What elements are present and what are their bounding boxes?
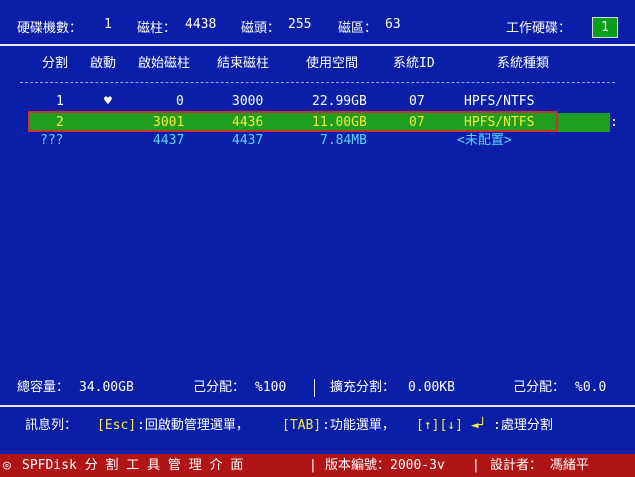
capacity-summary: 總容量： 34.00GB 己分配： %100 擴充分割： 0.00KB 己分配：… — [0, 379, 635, 397]
work-disk-selector[interactable]: 1 — [592, 17, 618, 38]
disk-count-value: 1 — [104, 17, 112, 32]
used-size: 7.84MB — [320, 133, 367, 148]
tab-key-text: :功能選單， — [322, 418, 395, 433]
sectors-value: 63 — [385, 17, 401, 32]
esc-key-hint: [Esc] — [97, 418, 137, 433]
total-capacity-value: 34.00GB — [79, 380, 134, 395]
esc-key-text: :回啟動管理選單， — [137, 418, 249, 433]
end-cylinder: 4437 — [232, 133, 264, 148]
status-separator: | — [309, 458, 317, 473]
arrow-keys-enter-icon: [↑][↓] ◄┘ — [416, 418, 487, 433]
system-id: 07 — [409, 94, 425, 109]
partition-number: 1 — [56, 94, 64, 109]
start-cylinder: 4437 — [153, 133, 185, 148]
version-info: 版本編號：2000-3v — [325, 458, 445, 473]
extended-partition-value: 0.00KB — [408, 380, 455, 395]
message-divider — [0, 405, 635, 407]
column-header-boot: 啟動 — [90, 56, 117, 71]
boot-heart-icon: ♥ — [104, 94, 112, 109]
message-bar: 訊息列： [Esc] :回啟動管理選單， [TAB] :功能選單， [↑][↓]… — [0, 417, 635, 435]
partition-number: ??? — [40, 133, 64, 148]
tab-key-hint: [TAB] — [282, 418, 322, 433]
allocated-value: %100 — [255, 380, 287, 395]
sectors-label: 磁區： — [338, 21, 378, 36]
extended-partition-label: 擴充分割： — [330, 380, 396, 395]
extended-allocated-label: 己分配： — [513, 380, 566, 395]
column-header-system-id: 系統ID — [393, 56, 435, 71]
end-cylinder: 3000 — [232, 94, 264, 109]
partition-row-unallocated[interactable]: ??? 4437 4437 7.84MB <未配置> — [0, 132, 635, 150]
summary-separator — [314, 379, 315, 397]
app-logo-icon: ◎ — [3, 458, 11, 473]
column-header-system-type: 系統種類 — [497, 56, 550, 71]
work-disk-label: 工作硬碟： — [506, 21, 572, 36]
allocated-label: 己分配： — [193, 380, 246, 395]
disk-count-label: 硬碟機數： — [17, 21, 83, 36]
cylinders-value: 4438 — [185, 17, 217, 32]
cylinders-label: 磁柱： — [137, 21, 177, 36]
header-divider — [20, 82, 615, 83]
extended-allocated-value: %0.0 — [575, 380, 607, 395]
heads-label: 磁頭： — [241, 21, 281, 36]
status-separator: | — [472, 458, 480, 473]
status-bar: ◎ SPFDisk 分 割 工 具 管 理 介 面 | 版本編號：2000-3v… — [0, 454, 635, 477]
arrow-keys-text: :處理分割 — [493, 418, 553, 433]
partition-row[interactable]: 1 ♥ 0 3000 22.99GB 07 HPFS/NTFS — [0, 93, 635, 111]
column-header-end-cylinder: 結束磁柱 — [217, 56, 270, 71]
heads-value: 255 — [288, 17, 312, 32]
total-capacity-label: 總容量： — [17, 380, 70, 395]
start-cylinder: 0 — [176, 94, 184, 109]
disk-info-bar: 硬碟機數： 1 磁柱： 4438 磁頭： 255 磁區： 63 工作硬碟： 1 — [0, 0, 635, 46]
message-label: 訊息列： — [25, 418, 78, 433]
system-type: <未配置> — [457, 133, 512, 148]
app-title: SPFDisk 分 割 工 具 管 理 介 面 — [22, 458, 244, 473]
column-header-partition: 分割 — [42, 56, 69, 71]
column-header-start-cylinder: 啟始磁柱 — [138, 56, 191, 71]
column-header-size: 使用空間 — [306, 56, 359, 71]
selection-frame — [28, 111, 558, 132]
used-size: 22.99GB — [312, 94, 367, 109]
table-header: 分割 啟動 啟始磁柱 結束磁柱 使用空間 系統ID 系統種類 — [0, 55, 635, 73]
system-type: HPFS/NTFS — [464, 94, 535, 109]
author-info: 設計者： 馮緒平 — [490, 458, 589, 473]
